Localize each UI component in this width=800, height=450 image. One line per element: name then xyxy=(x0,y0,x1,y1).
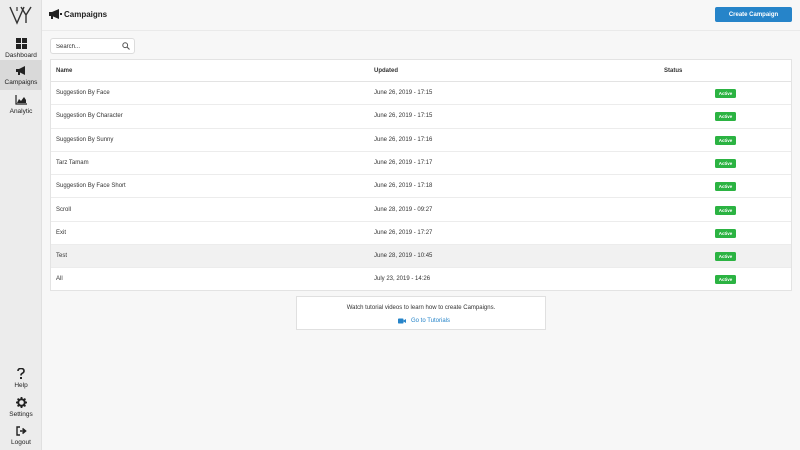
campaigns-table: Name Updated Status Suggestion By Face J… xyxy=(50,59,792,291)
sidebar: Dashboard Campaigns Analytic Help Settin… xyxy=(0,0,42,450)
page-title: Campaigns xyxy=(64,10,108,19)
campaign-name: Test xyxy=(56,253,68,260)
go-to-tutorials-link[interactable]: Go to Tutorials xyxy=(398,318,450,324)
status-badge: Active xyxy=(715,275,736,285)
gear-icon xyxy=(15,396,27,408)
updated-date: June 26, 2019 - 17:17 xyxy=(374,159,433,166)
table-row[interactable]: Test June 28, 2019 - 10:45 Active xyxy=(51,245,791,269)
campaign-name: Scroll xyxy=(56,206,72,213)
search-icon[interactable] xyxy=(122,42,130,50)
table-row[interactable]: Suggestion By Sunny June 26, 2019 - 17:1… xyxy=(51,129,791,152)
status-badge: Active xyxy=(715,228,736,238)
campaign-name: Suggestion By Face Short xyxy=(56,183,126,190)
search-input[interactable] xyxy=(56,41,118,52)
sidebar-item-label: Analytic xyxy=(9,108,33,115)
page-header: Campaigns Create Campaign xyxy=(42,0,800,30)
campaign-name: All xyxy=(56,276,63,283)
tutorial-box: Watch tutorial videos to learn how to cr… xyxy=(296,296,546,330)
tutorial-link-label: Go to Tutorials xyxy=(411,318,451,324)
logo-icon xyxy=(9,6,32,25)
sidebar-item-help[interactable]: Help xyxy=(0,363,42,393)
campaign-name: Tarz Tamam xyxy=(56,159,89,166)
sidebar-item-label: Help xyxy=(14,381,28,389)
table-row[interactable]: Exit June 26, 2019 - 17:27 Active xyxy=(51,222,791,246)
status-badge: Active xyxy=(715,89,736,98)
table-row[interactable]: Suggestion By Face Short June 26, 2019 -… xyxy=(51,175,791,199)
grid-icon xyxy=(15,37,27,49)
status-badge: Active xyxy=(715,112,736,122)
sidebar-item-analytic[interactable]: Analytic xyxy=(0,90,42,120)
sidebar-item-label: Settings xyxy=(9,410,33,418)
table-row[interactable]: Suggestion By Face June 26, 2019 - 17:15… xyxy=(51,82,791,106)
table-row[interactable]: Suggestion By Character June 26, 2019 - … xyxy=(51,105,791,129)
sidebar-item-label: Dashboard xyxy=(5,51,37,59)
updated-date: June 26, 2019 - 17:18 xyxy=(374,183,433,190)
area-chart-icon xyxy=(15,95,27,105)
status-badge: Active xyxy=(715,182,736,192)
table-header: Name Updated Status xyxy=(51,60,791,82)
header-divider xyxy=(42,30,800,31)
column-header-name[interactable]: Name xyxy=(56,68,72,74)
search-box xyxy=(50,38,135,54)
table-row[interactable]: Tarz Tamam June 26, 2019 - 17:17 Active xyxy=(51,152,791,176)
tutorial-text: Watch tutorial videos to learn how to cr… xyxy=(346,305,496,311)
sidebar-item-label: Campaigns xyxy=(4,78,38,86)
status-badge: Active xyxy=(715,135,736,145)
sidebar-item-logout[interactable]: Logout xyxy=(0,421,42,450)
table-row[interactable]: Scroll June 28, 2019 - 09:27 Active xyxy=(51,199,791,222)
status-badge: Active xyxy=(715,252,736,262)
column-header-updated[interactable]: Updated xyxy=(374,68,398,74)
create-campaign-button[interactable]: Create Campaign xyxy=(715,7,792,22)
campaign-name: Suggestion By Sunny xyxy=(56,136,114,143)
sidebar-item-label: Logout xyxy=(11,439,31,446)
updated-date: June 26, 2019 - 17:27 xyxy=(374,229,433,236)
app-logo[interactable] xyxy=(0,0,42,30)
table-row[interactable]: All July 23, 2019 - 14:26 Active xyxy=(51,268,791,291)
campaign-name: Suggestion By Face xyxy=(56,90,110,96)
status-badge: Active xyxy=(715,158,736,168)
updated-date: June 26, 2019 - 17:15 xyxy=(374,90,433,96)
campaign-name: Exit xyxy=(56,229,67,236)
logout-icon xyxy=(15,426,27,436)
video-camera-icon xyxy=(398,318,406,324)
sidebar-item-settings[interactable]: Settings xyxy=(0,392,42,422)
megaphone-icon xyxy=(16,65,25,75)
question-icon xyxy=(17,367,25,379)
megaphone-icon xyxy=(49,9,62,19)
updated-date: June 26, 2019 - 17:16 xyxy=(374,136,433,143)
updated-date: June 28, 2019 - 10:45 xyxy=(374,253,433,260)
updated-date: June 26, 2019 - 17:15 xyxy=(374,113,433,120)
campaign-name: Suggestion By Character xyxy=(56,113,123,120)
column-header-status[interactable]: Status xyxy=(664,68,682,74)
status-badge: Active xyxy=(715,205,736,215)
sidebar-item-dashboard[interactable]: Dashboard xyxy=(0,33,42,63)
sidebar-item-campaigns[interactable]: Campaigns xyxy=(0,60,42,90)
updated-date: July 23, 2019 - 14:26 xyxy=(374,276,431,283)
updated-date: June 28, 2019 - 09:27 xyxy=(374,206,433,213)
